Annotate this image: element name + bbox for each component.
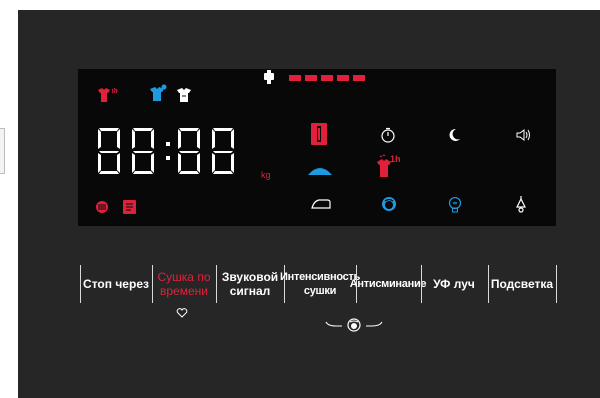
stop-after-button[interactable]: Стоп через (82, 262, 150, 306)
digit-segment (98, 153, 101, 173)
colon-dot (166, 142, 170, 146)
digit-segment (197, 153, 200, 173)
water-tap-icon (263, 70, 275, 86)
progress-segment (289, 75, 301, 81)
progress-segment (321, 75, 333, 81)
lamp-icon (514, 196, 528, 214)
timer-icon (380, 127, 396, 143)
shirt-blue-icon (149, 84, 167, 102)
digit-segment (213, 128, 233, 131)
backlight-button[interactable]: Подсветка (489, 262, 555, 306)
divider (556, 265, 557, 303)
digit-segment (179, 171, 199, 174)
digit-segment (179, 128, 199, 131)
progress-bar (289, 75, 365, 81)
digit-segment (213, 151, 233, 153)
digit-segment (179, 151, 199, 153)
digit-segment (117, 129, 120, 149)
time-dry-button[interactable]: Сушка по времени (154, 262, 214, 306)
digit-segment (133, 171, 153, 174)
colon-dot (166, 156, 170, 160)
digit-segment (212, 129, 215, 149)
shirt-white-icon (176, 86, 194, 103)
button-row: Стоп через Сушка по времени Звуковой сиг… (80, 262, 558, 308)
digit-segment (151, 153, 154, 173)
iron-icon (310, 198, 332, 210)
digit-segment (231, 153, 234, 173)
divider (80, 265, 81, 303)
digit-segment (133, 151, 153, 153)
bulb-icon (448, 197, 462, 214)
progress-segment (353, 75, 365, 81)
dial-icon (311, 123, 327, 145)
digit-segment (212, 153, 215, 173)
digit-segment (197, 129, 200, 149)
shirt-steam-icon (96, 86, 118, 104)
digit-segment (151, 129, 154, 149)
child-lock-icon[interactable] (325, 318, 385, 337)
heart-icon (176, 305, 188, 323)
digit-segment (178, 129, 181, 149)
uv-button[interactable]: УФ луч (422, 262, 486, 306)
sound-signal-button[interactable]: Звуковой сигнал (218, 262, 282, 306)
divider (152, 265, 153, 303)
digit-segment (99, 171, 119, 174)
panel-edge (0, 128, 5, 174)
digit-segment (178, 153, 181, 173)
digit-segment (132, 129, 135, 149)
book-icon (123, 200, 136, 214)
sound-icon (515, 128, 533, 142)
divider (216, 265, 217, 303)
digit-segment (213, 171, 233, 174)
digit-segment (99, 151, 119, 153)
drying-arc-icon (307, 163, 333, 177)
digit-segment (133, 128, 153, 131)
shirt-1h-icon: 1h (376, 153, 404, 179)
shirt-1h-label: 1h (390, 154, 401, 164)
face-icon (381, 196, 397, 212)
unit-label: kg (261, 170, 271, 180)
night-mode-icon (446, 127, 462, 143)
digit-segment (98, 129, 101, 149)
progress-segment (337, 75, 349, 81)
digit-segment (231, 129, 234, 149)
time-display (95, 126, 255, 181)
filter-icon (95, 200, 109, 214)
anti-crease-button[interactable]: Антисминание (350, 262, 427, 306)
dry-intensity-button[interactable]: Интенсивность сушки (280, 262, 360, 306)
digit-segment (117, 153, 120, 173)
digit-segment (132, 153, 135, 173)
progress-segment (305, 75, 317, 81)
digit-segment (99, 128, 119, 131)
